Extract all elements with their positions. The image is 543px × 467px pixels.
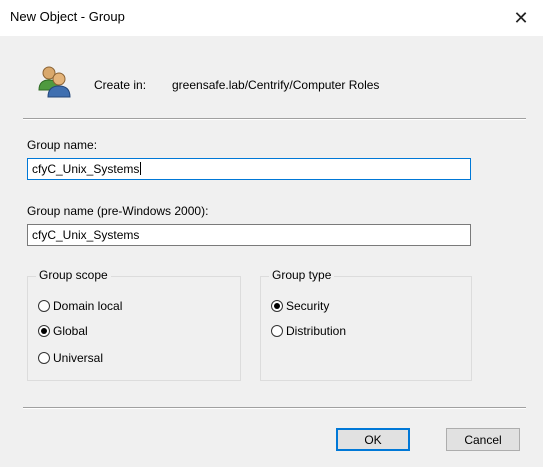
scope-universal-radio[interactable]: Universal (38, 351, 103, 365)
group-name-pre2000-label: Group name (pre-Windows 2000): (27, 204, 209, 218)
group-users-icon (38, 66, 71, 98)
group-scope-box: Group scope Domain local Global Universa… (27, 268, 241, 381)
group-type-title: Group type (269, 268, 335, 282)
create-in-label: Create in: (94, 78, 147, 92)
scope-global-radio[interactable]: Global (38, 324, 88, 338)
group-name-label: Group name: (27, 138, 98, 152)
title-bar: New Object - Group ✕ (0, 0, 543, 36)
type-security-radio[interactable]: Security (271, 299, 329, 313)
group-scope-title: Group scope (36, 268, 111, 282)
radio-indicator (38, 325, 50, 337)
separator-top (23, 118, 526, 120)
radio-indicator (271, 325, 283, 337)
scope-domain-local-radio[interactable]: Domain local (38, 299, 122, 313)
scope-universal-label: Universal (53, 351, 104, 365)
type-distribution-radio[interactable]: Distribution (271, 324, 346, 338)
group-name-pre2000-input[interactable]: cfyC_Unix_Systems (27, 224, 471, 246)
type-distribution-label: Distribution (286, 324, 347, 338)
group-name-input[interactable]: cfyC_Unix_Systems (27, 158, 471, 180)
group-name-pre2000-value: cfyC_Unix_Systems (32, 228, 140, 242)
type-security-label: Security (286, 299, 330, 313)
group-type-box: Group type Security Distribution (260, 268, 472, 381)
text-caret (140, 162, 142, 175)
group-name-value: cfyC_Unix_Systems (32, 162, 140, 176)
scope-domain-local-label: Domain local (53, 299, 123, 313)
cancel-button[interactable]: Cancel (446, 428, 520, 451)
close-icon[interactable]: ✕ (499, 0, 543, 36)
radio-indicator (38, 352, 50, 364)
ok-button[interactable]: OK (336, 428, 410, 451)
scope-global-label: Global (53, 324, 88, 338)
separator-bottom (23, 407, 526, 409)
radio-indicator (38, 300, 50, 312)
window-title: New Object - Group (10, 9, 125, 24)
radio-indicator (271, 300, 283, 312)
create-in-path: greensafe.lab/Centrify/Computer Roles (172, 78, 380, 92)
